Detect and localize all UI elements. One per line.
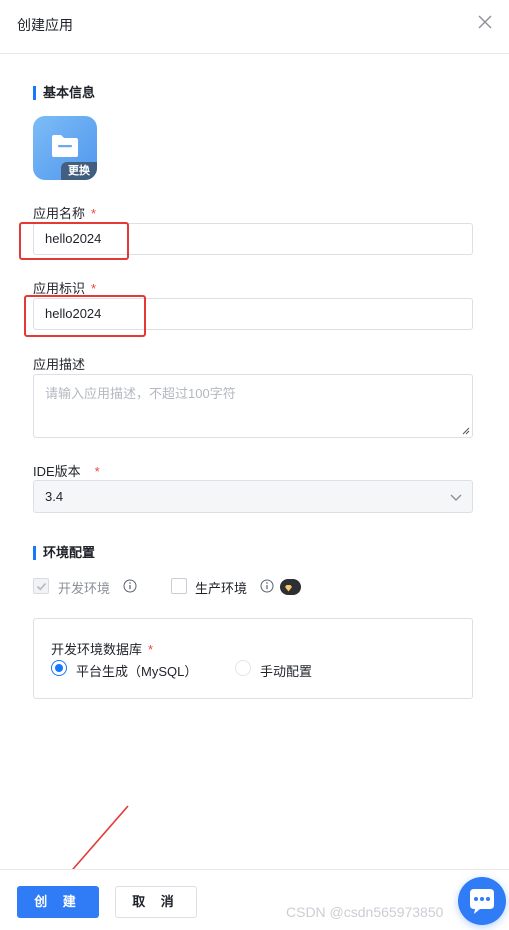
- dialog-title: 创建应用: [17, 17, 73, 33]
- resize-grip-icon[interactable]: [462, 427, 470, 435]
- basic-info-title: 基本信息: [33, 85, 95, 101]
- desc-placeholder: 请输入应用描述，不超过100字符: [45, 386, 236, 401]
- gem-icon: [285, 584, 292, 592]
- cancel-button[interactable]: 取 消: [115, 886, 197, 918]
- watermark-text: CSDN @csdn565973850: [286, 904, 444, 920]
- app-desc-label: 应用描述: [33, 357, 86, 372]
- required-mark: *: [91, 206, 97, 221]
- chat-bubble-icon: [470, 889, 494, 914]
- create-button[interactable]: 创 建: [17, 886, 99, 918]
- dev-env-label: 开发环境: [58, 581, 111, 596]
- app-desc-textarea[interactable]: 请输入应用描述，不超过100字符: [33, 374, 473, 438]
- info-icon[interactable]: [123, 579, 137, 593]
- prod-env-checkbox[interactable]: [171, 578, 187, 594]
- app-name-label-text: 应用名称: [33, 206, 86, 221]
- chevron-down-icon: [450, 494, 462, 501]
- db-option-auto-label[interactable]: 平台生成（MySQL）: [76, 661, 197, 680]
- folder-icon: [52, 135, 78, 157]
- app-icon-uploader[interactable]: 更换: [33, 116, 97, 180]
- ide-version-label-text: IDE版本: [33, 464, 81, 479]
- prod-env-label: 生产环境: [195, 581, 248, 596]
- ide-version-value: 3.4: [45, 489, 64, 504]
- db-option-manual-label[interactable]: 手动配置: [260, 661, 312, 680]
- required-mark: *: [148, 642, 154, 657]
- close-icon[interactable]: [476, 13, 494, 31]
- annotation-highlight-box: [19, 222, 129, 260]
- env-config-title: 环境配置: [33, 545, 95, 561]
- required-mark: *: [94, 464, 100, 479]
- db-option-auto-radio[interactable]: [51, 660, 67, 676]
- pro-edition-badge: 专业版: [280, 579, 301, 640]
- dev-env-checkbox[interactable]: [33, 578, 49, 594]
- ide-version-select[interactable]: 3.4: [33, 480, 473, 513]
- dialog-footer: 创 建 取 消: [0, 869, 509, 930]
- db-option-manual-radio[interactable]: [235, 660, 251, 676]
- app-id-label-text: 应用标识: [33, 281, 86, 296]
- check-icon: [36, 582, 47, 591]
- change-icon-button[interactable]: 更换: [61, 162, 97, 180]
- required-mark: *: [91, 281, 97, 296]
- annotation-highlight-box: [24, 295, 146, 337]
- app-name-label: 应用名称 *: [33, 203, 96, 222]
- info-icon[interactable]: [260, 579, 274, 593]
- dev-db-label: 开发环境数据库 *: [51, 639, 153, 658]
- dialog-header: 创建应用: [0, 0, 509, 54]
- ide-version-label: IDE版本 *: [33, 461, 100, 480]
- chat-support-button[interactable]: [458, 877, 506, 925]
- dev-db-label-text: 开发环境数据库: [51, 642, 143, 657]
- dev-db-panel: 开发环境数据库 * 平台生成（MySQL） 手动配置: [33, 618, 473, 699]
